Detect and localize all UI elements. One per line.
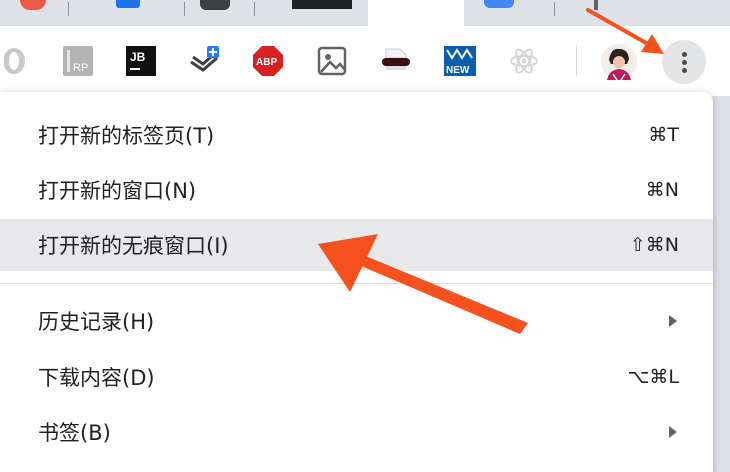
menu-item-label: 历史记录(H) [38,310,155,334]
menu-item-label: 打开新的标签页(T) [38,124,215,148]
clip-plus-ext-icon[interactable] [189,45,221,77]
menu-item-label: 打开新的窗口(N) [38,179,197,203]
menu-item-label: 打开新的无痕窗口(I) [38,234,229,258]
tab-separator [254,2,255,16]
more-vert-icon[interactable] [662,40,706,84]
tab-favicon-icon[interactable] [484,0,514,8]
adblock-plus-ext-icon[interactable]: ABP [252,45,284,77]
active-tab[interactable] [368,0,464,26]
menu-dot [682,60,687,65]
tab-strip [0,0,730,26]
toolbar-divider [576,46,577,76]
menu-item-shortcut: ⌘N [645,179,679,201]
tab-separator [184,2,185,16]
rp-ext-icon[interactable]: RP [62,45,94,77]
menu-item-downloads[interactable]: 下载内容(D) ⌥⌘L [0,351,713,403]
menu-item-shortcut: ⇧⌘N [629,234,679,256]
svg-text:JB: JB [130,50,146,64]
menu-divider [0,283,713,284]
image-ext-icon[interactable] [316,45,348,77]
new-tab-icon[interactable] [594,0,598,10]
svg-text:ABP: ABP [256,57,277,68]
svg-text:NEW: NEW [446,65,470,76]
avatar[interactable] [601,44,637,80]
incognito-mask-ext-icon[interactable] [380,45,412,77]
tab-separator [68,2,69,16]
tab-favicon-icon[interactable] [116,0,140,8]
svg-text:RP: RP [73,62,88,74]
submenu-arrow-icon [669,315,677,327]
tab-favicon-icon[interactable] [292,0,352,9]
submenu-arrow-icon [669,426,677,438]
menu-item-new-window[interactable]: 打开新的窗口(N) ⌘N [0,164,713,216]
menu-dot [682,52,687,57]
menu-item-bookmarks[interactable]: 书签(B) [0,406,713,458]
tab-favicon-icon[interactable] [20,0,46,10]
menu-item-label: 下载内容(D) [38,366,155,390]
menu-item-label: 书签(B) [38,421,111,445]
browser-main-menu: 打开新的标签页(T) ⌘T 打开新的窗口(N) ⌘N 打开新的无痕窗口(I) ⇧… [0,92,713,472]
tab-favicon-icon[interactable] [200,0,230,10]
menu-dot [682,68,687,73]
menu-item-shortcut: ⌘T [648,124,679,146]
react-devtools-ext-icon[interactable] [508,45,540,77]
menu-item-shortcut: ⌥⌘L [627,366,679,388]
menu-item-history[interactable]: 历史记录(H) [0,295,713,347]
menu-item-new-tab[interactable]: 打开新的标签页(T) ⌘T [0,109,713,161]
tab-separator [554,2,555,16]
new-badge-ext-icon[interactable]: NEW [444,45,476,77]
jetbrains-ext-icon[interactable]: JB [125,45,157,77]
menu-item-new-incognito-window[interactable]: 打开新的无痕窗口(I) ⇧⌘N [0,219,713,271]
opera-ext-icon[interactable] [0,45,32,77]
